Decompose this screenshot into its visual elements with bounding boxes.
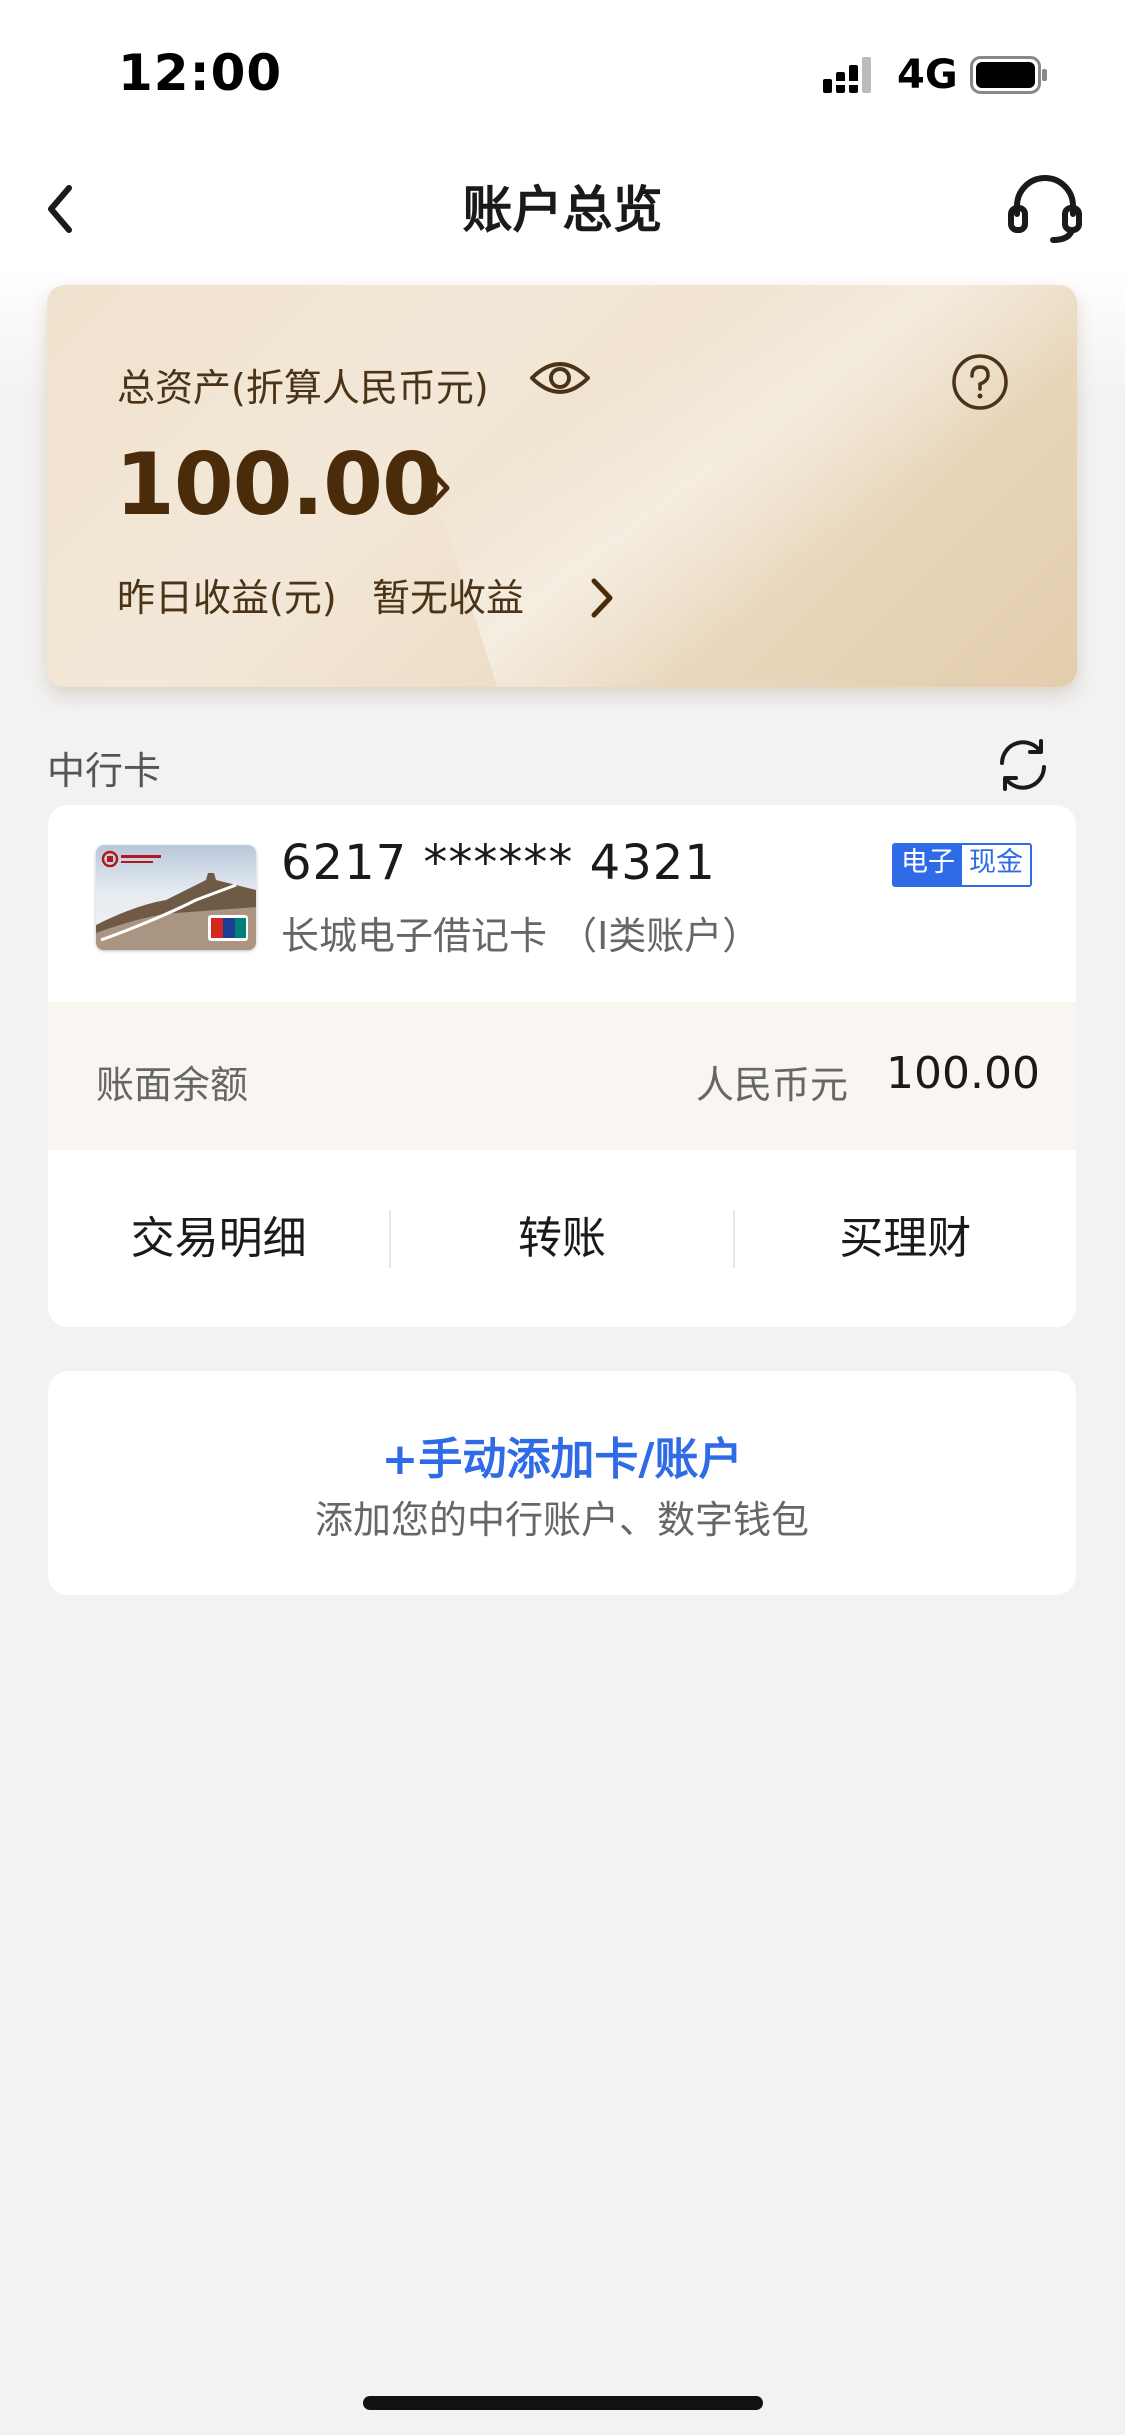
card-name: 长城电子借记卡 （I类账户） (281, 914, 761, 958)
page-title: 账户总览 (462, 181, 663, 239)
add-account-panel[interactable]: +手动添加卡/账户 添加您的中行账户、数字钱包 (48, 1371, 1076, 1595)
great-wall-card-art (96, 850, 256, 950)
card-shine (366, 285, 1077, 687)
yesterday-earnings-label: 昨日收益(元) (117, 576, 337, 620)
status-bar: 12:00 4G (0, 0, 1125, 150)
card-tags: 电子 现金 (892, 843, 1032, 887)
total-assets-label: 总资产(折算人民币元) (117, 366, 489, 410)
section-title: 中行卡 (47, 749, 162, 793)
total-assets-card[interactable]: 总资产(折算人民币元) 100.00 昨日收益(元) 暂无收益 (47, 285, 1077, 687)
customer-service-button[interactable] (1000, 160, 1090, 256)
tag-electronic: 电子 (894, 845, 962, 885)
network-type: 4G (897, 52, 958, 98)
balance-label: 账面余额 (96, 1063, 249, 1107)
transaction-details-button[interactable]: 交易明细 (48, 1150, 389, 1327)
chevron-right-icon[interactable] (419, 463, 459, 513)
yesterday-earnings-value: 暂无收益 (372, 576, 525, 620)
balance-currency: 人民币元 (696, 1063, 849, 1107)
refresh-icon[interactable] (993, 735, 1053, 795)
total-assets-amount: 100.00 (115, 435, 442, 535)
card-actions: 交易明细 转账 买理财 (48, 1150, 1076, 1327)
home-indicator[interactable] (363, 2396, 763, 2410)
balance-row: 账面余额 人民币元 100.00 (48, 1002, 1076, 1150)
card-number: 6217 ****** 4321 (281, 835, 716, 891)
add-account-subtitle: 添加您的中行账户、数字钱包 (314, 1498, 809, 1542)
transfer-button[interactable]: 转账 (391, 1150, 732, 1327)
headset-icon (1008, 175, 1082, 243)
tag-cash: 现金 (962, 845, 1030, 885)
add-account-button[interactable]: +手动添加卡/账户 (48, 1423, 1076, 1487)
buy-wealth-management-button[interactable]: 买理财 (735, 1150, 1076, 1327)
card-thumbnail (96, 845, 256, 950)
help-icon[interactable] (950, 352, 1010, 412)
battery-icon (970, 56, 1047, 94)
balance-amount: 100.00 (886, 1048, 1040, 1099)
eye-icon[interactable] (529, 356, 591, 400)
signal-icon (823, 57, 871, 93)
nav-bar: 账户总览 (0, 150, 1125, 268)
chevron-right-icon[interactable] (582, 575, 622, 621)
status-time: 12:00 (118, 44, 283, 102)
bank-card-panel: 6217 ****** 4321 长城电子借记卡 （I类账户） 电子 现金 账面… (48, 805, 1076, 1327)
